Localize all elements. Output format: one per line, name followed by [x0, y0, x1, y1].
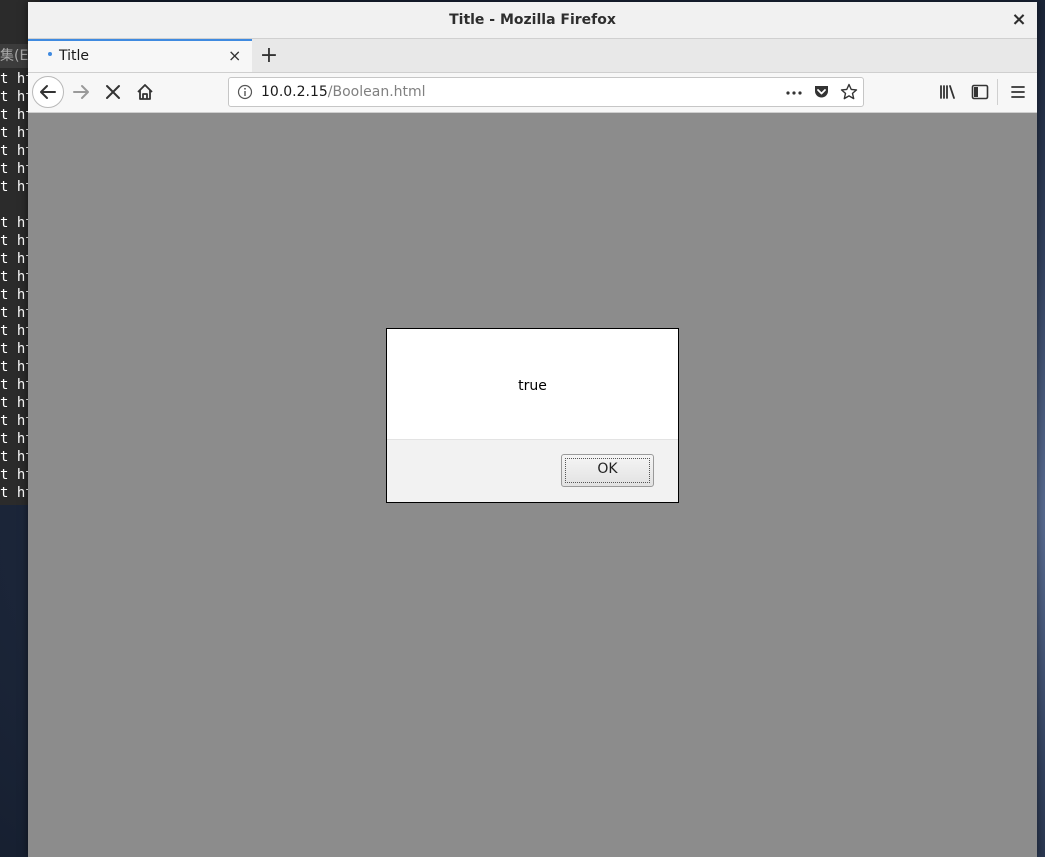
- stop-button[interactable]: [98, 77, 128, 107]
- back-arrow-icon: [40, 85, 56, 99]
- library-button[interactable]: [933, 77, 963, 107]
- tab-close-button[interactable]: ×: [228, 41, 241, 71]
- tab-label: Title: [59, 48, 90, 64]
- sidebar-icon: [971, 84, 989, 100]
- forward-button[interactable]: [67, 77, 97, 107]
- more-icon[interactable]: [785, 85, 803, 101]
- url-host: 10.0.2.15: [261, 84, 328, 100]
- alert-message: true: [518, 378, 547, 394]
- window-title: Title - Mozilla Firefox: [449, 12, 616, 28]
- info-icon[interactable]: [237, 84, 253, 100]
- url-text[interactable]: 10.0.2.15/Boolean.html: [261, 78, 426, 106]
- alert-footer: OK: [387, 439, 678, 502]
- tab-strip: Title × +: [28, 39, 1037, 73]
- url-path: /Boolean.html: [327, 84, 426, 100]
- window-close-button[interactable]: ×: [1009, 2, 1029, 38]
- toolbar-divider: [997, 79, 998, 105]
- alert-dialog: true OK: [386, 328, 679, 503]
- navigation-toolbar: 10.0.2.15/Boolean.html: [28, 73, 1037, 113]
- pocket-icon[interactable]: [813, 84, 830, 100]
- stop-icon: [106, 85, 120, 99]
- library-icon: [940, 85, 955, 99]
- sidebar-button[interactable]: [965, 77, 995, 107]
- tab-title[interactable]: Title ×: [28, 39, 252, 72]
- home-button[interactable]: [130, 77, 160, 107]
- home-icon: [137, 84, 153, 100]
- url-bar[interactable]: 10.0.2.15/Boolean.html: [228, 77, 864, 107]
- back-button[interactable]: [32, 76, 64, 108]
- forward-arrow-icon: [73, 85, 89, 99]
- window-titlebar[interactable]: Title - Mozilla Firefox ×: [28, 2, 1037, 39]
- tab-loading-indicator-icon: [48, 52, 52, 56]
- new-tab-button[interactable]: +: [258, 39, 280, 72]
- menu-button[interactable]: [1003, 77, 1033, 107]
- star-icon[interactable]: [840, 83, 858, 101]
- firefox-window: Title - Mozilla Firefox × Title × + 10.0…: [28, 2, 1037, 857]
- ok-button[interactable]: OK: [561, 454, 654, 487]
- hamburger-menu-icon: [1011, 86, 1025, 98]
